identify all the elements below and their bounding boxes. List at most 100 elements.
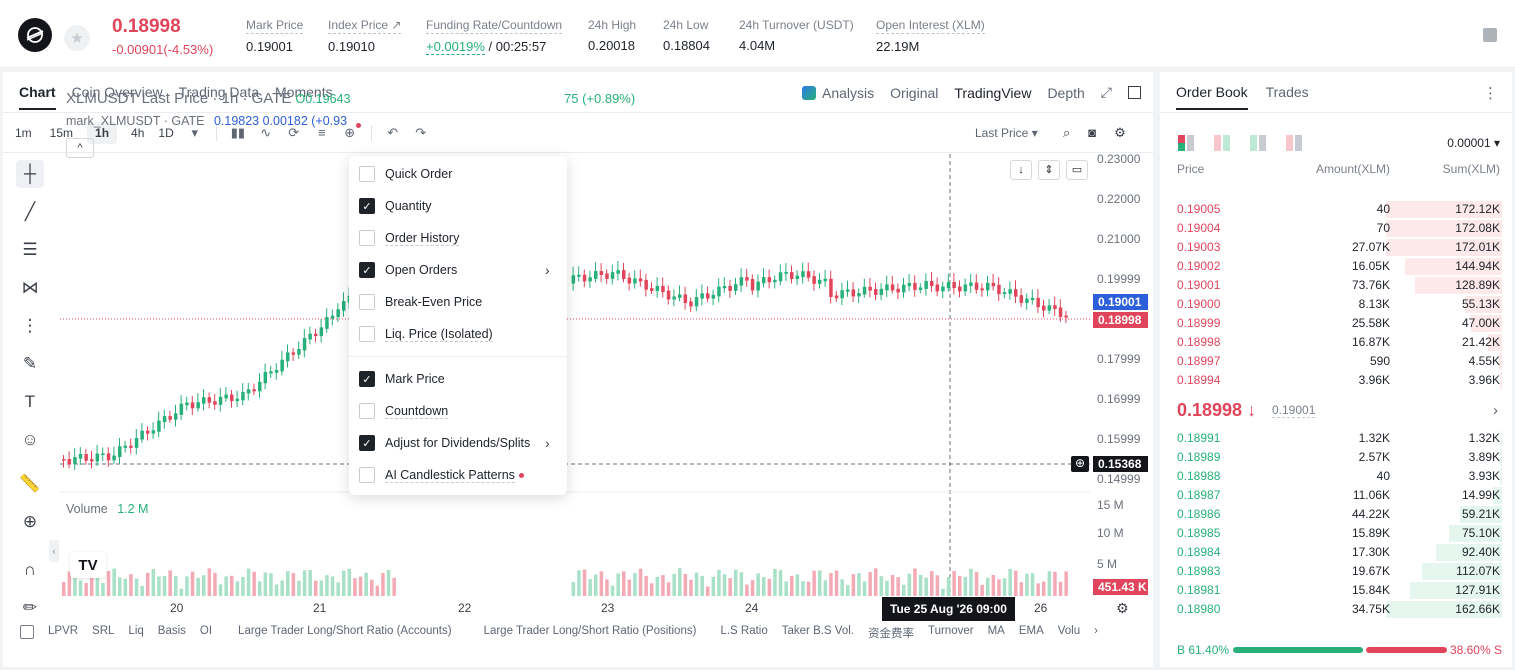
pencil-icon[interactable]: ✏: [16, 594, 44, 622]
indicator-item[interactable]: Basis: [158, 625, 186, 641]
menu-item-order-history[interactable]: Order History: [359, 228, 460, 248]
menu-item-adjust-dividends[interactable]: ✓ Adjust for Dividends/Splits ›: [359, 433, 559, 453]
chevron-right-icon[interactable]: ›: [1094, 625, 1098, 641]
view-tradingview[interactable]: TradingView: [954, 85, 1031, 101]
checkbox[interactable]: [359, 403, 375, 419]
indicator-item[interactable]: MA: [988, 625, 1005, 641]
arrow-down-icon[interactable]: ↓: [1010, 160, 1032, 180]
add-alert-icon[interactable]: ⊕: [1071, 456, 1089, 472]
bid-row[interactable]: 0.18987 11.06K 14.99K: [1160, 486, 1512, 505]
indicator-item[interactable]: L.S Ratio: [720, 625, 767, 641]
menu-item-open-orders[interactable]: ✓ Open Orders ›: [359, 260, 559, 280]
indicator-item[interactable]: Turnover: [928, 625, 974, 641]
favorite-star-icon[interactable]: ★: [64, 25, 90, 51]
tab-chart[interactable]: Chart: [19, 84, 56, 110]
bid-row[interactable]: 0.18980 34.75K 162.66K: [1160, 600, 1512, 619]
stat-label[interactable]: Mark Price: [246, 18, 304, 34]
trend-line-icon[interactable]: ╱: [16, 198, 44, 226]
ruler-icon[interactable]: 📏: [16, 470, 44, 498]
bid-row[interactable]: 0.18984 17.30K 92.40K: [1160, 543, 1512, 562]
price-axis[interactable]: 0.23000 0.22000 0.21000 0.19999 0.17999 …: [1093, 80, 1149, 590]
stat-label[interactable]: Open Interest (XLM): [876, 18, 985, 34]
indicator-item[interactable]: Large Trader Long/Short Ratio (Positions…: [484, 625, 697, 641]
tab-trades[interactable]: Trades: [1266, 84, 1309, 110]
ask-row[interactable]: 0.18994 3.96K 3.96K: [1160, 371, 1512, 390]
ask-row[interactable]: 0.19004 70 172.08K: [1160, 219, 1512, 238]
ask-row[interactable]: 0.19000 8.13K 55.13K: [1160, 295, 1512, 314]
ask-row[interactable]: 0.19001 73.76K 128.89K: [1160, 276, 1512, 295]
candlestick-icon[interactable]: ▮▮: [231, 126, 245, 140]
emoji-icon[interactable]: ☺: [16, 426, 44, 454]
indicator-item[interactable]: LPVR: [48, 625, 78, 641]
templates-icon[interactable]: ≡: [315, 126, 329, 140]
checkbox[interactable]: [359, 166, 375, 182]
ask-row[interactable]: 0.18998 16.87K 21.42K: [1160, 333, 1512, 352]
collapse-toolbar-icon[interactable]: ‹: [49, 540, 59, 562]
checkbox[interactable]: [359, 326, 375, 342]
refresh-icon[interactable]: ⟳: [287, 126, 301, 140]
bid-row[interactable]: 0.18985 15.89K 75.10K: [1160, 524, 1512, 543]
menu-item-liq-price[interactable]: Liq. Price (Isolated): [359, 324, 493, 344]
fib-retracement-icon[interactable]: ⋮: [16, 312, 44, 340]
bid-row[interactable]: 0.18983 19.67K 112.07K: [1160, 562, 1512, 581]
bid-row[interactable]: 0.18991 1.32K 1.32K: [1160, 429, 1512, 448]
more-options-icon[interactable]: ⋮: [1483, 84, 1498, 102]
settings-icon[interactable]: ⚙: [1116, 600, 1129, 617]
pattern-icon[interactable]: ⋈: [16, 274, 44, 302]
bid-row[interactable]: 0.18981 15.84K 127.91K: [1160, 581, 1512, 600]
stat-label[interactable]: Index Price ↗: [328, 18, 402, 34]
precision-select[interactable]: 0.00001 ▾: [1447, 136, 1500, 150]
indicators-icon[interactable]: ∿: [259, 126, 273, 140]
redo-icon[interactable]: ↷: [414, 126, 428, 140]
interval-1m[interactable]: 1m: [11, 122, 36, 144]
chevron-right-icon[interactable]: ›: [1493, 402, 1498, 419]
menu-item-break-even-price[interactable]: Break-Even Price: [359, 292, 482, 312]
indicator-item[interactable]: OI: [200, 625, 212, 641]
layout-split-icon[interactable]: [1214, 135, 1230, 151]
indicator-item[interactable]: SRL: [92, 625, 114, 641]
indicator-item[interactable]: Taker B.S Vol.: [782, 625, 854, 641]
view-original[interactable]: Original: [890, 85, 938, 101]
indicator-item[interactable]: Liq: [128, 625, 143, 641]
collapse-pane-icon[interactable]: ⇕: [1038, 160, 1060, 180]
document-icon[interactable]: [1483, 28, 1497, 42]
search-icon[interactable]: ⌕: [1063, 125, 1070, 141]
undo-icon[interactable]: ↶: [386, 126, 400, 140]
zoom-in-icon[interactable]: ⊕: [16, 508, 44, 536]
stat-label[interactable]: Funding Rate/Countdown: [426, 18, 563, 34]
crosshair-icon[interactable]: ┼: [16, 160, 44, 188]
menu-item-mark-price[interactable]: ✓ Mark Price: [359, 369, 445, 389]
ask-row[interactable]: 0.18999 25.58K 47.00K: [1160, 314, 1512, 333]
magnet-icon[interactable]: ∩: [16, 556, 44, 584]
add-icon[interactable]: ⊕: [343, 123, 361, 140]
indicator-toggle-icon[interactable]: [20, 625, 34, 639]
checkbox[interactable]: ✓: [359, 262, 375, 278]
bid-row[interactable]: 0.18989 2.57K 3.89K: [1160, 448, 1512, 467]
candlestick-chart[interactable]: [60, 154, 1090, 596]
indicator-item[interactable]: 资金费率: [868, 625, 914, 641]
bid-row[interactable]: 0.18986 44.22K 59.21K: [1160, 505, 1512, 524]
funding-rate-value[interactable]: +0.0019%: [426, 39, 485, 55]
brush-icon[interactable]: ✎: [16, 350, 44, 378]
price-type-select[interactable]: Last Price ▾: [975, 126, 1038, 140]
layout-both-icon[interactable]: [1178, 135, 1194, 151]
indicator-item[interactable]: Volu: [1058, 625, 1080, 641]
text-icon[interactable]: T: [16, 388, 44, 416]
menu-item-ai-candlestick[interactable]: AI Candlestick Patterns: [359, 465, 524, 485]
order-book-mark-price[interactable]: 0.19001: [1272, 403, 1316, 418]
bid-row[interactable]: 0.18988 40 3.93K: [1160, 467, 1512, 486]
interval-4h[interactable]: 4h: [131, 126, 144, 140]
ask-row[interactable]: 0.19003 27.07K 172.01K: [1160, 238, 1512, 257]
checkbox[interactable]: [359, 230, 375, 246]
ask-row[interactable]: 0.19005 40 172.12K: [1160, 200, 1512, 219]
collapse-legend-button[interactable]: ^: [66, 138, 94, 158]
tab-order-book[interactable]: Order Book: [1176, 84, 1248, 110]
menu-item-quantity[interactable]: ✓ Quantity: [359, 196, 432, 216]
checkbox[interactable]: ✓: [359, 371, 375, 387]
menu-item-quick-order[interactable]: Quick Order: [359, 164, 452, 184]
tradingview-logo[interactable]: TV: [70, 552, 106, 578]
indicator-item[interactable]: EMA: [1019, 625, 1044, 641]
layout-asks-icon[interactable]: [1286, 135, 1302, 151]
ask-row[interactable]: 0.18997 590 4.55K: [1160, 352, 1512, 371]
interval-1d[interactable]: 1D: [158, 126, 173, 140]
